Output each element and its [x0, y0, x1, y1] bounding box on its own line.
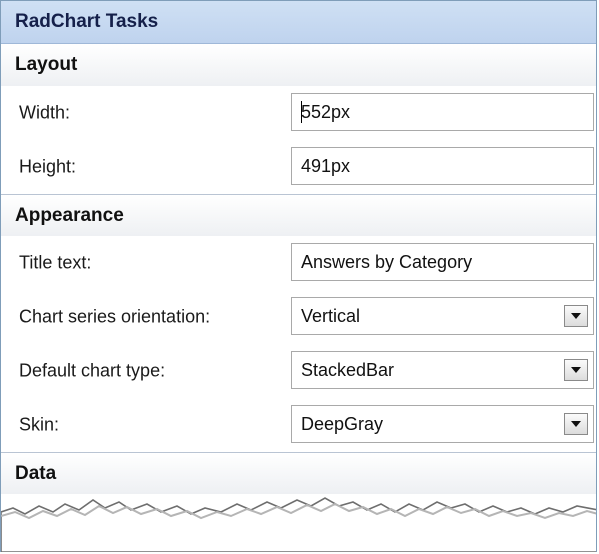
skin-value: DeepGray	[301, 413, 384, 434]
chart-type-dropdown-button[interactable]	[564, 359, 588, 381]
height-value: 491px	[301, 155, 351, 176]
chart-type-label: Default chart type:	[19, 360, 166, 381]
title-text-label: Title text:	[19, 252, 92, 273]
height-input[interactable]: 491px	[291, 147, 594, 185]
chart-type-select[interactable]: StackedBar	[291, 351, 594, 389]
skin-dropdown-button[interactable]	[564, 413, 588, 435]
panel-title: RadChart Tasks	[1, 1, 596, 44]
orientation-row: Chart series orientation: Vertical	[1, 290, 596, 344]
torn-edge-graphic	[1, 497, 596, 552]
orientation-select[interactable]: Vertical	[291, 297, 594, 335]
orientation-label: Chart series orientation:	[19, 306, 211, 327]
chart-type-row: Default chart type: StackedBar	[1, 344, 596, 398]
layout-section-header: Layout	[1, 44, 596, 86]
skin-row: Skin: DeepGray	[1, 398, 596, 452]
radchart-tasks-panel: RadChart Tasks Layout Width: 552px Heigh…	[0, 0, 597, 552]
title-text-input[interactable]: Answers by Category	[291, 243, 594, 281]
width-input[interactable]: 552px	[291, 93, 594, 131]
skin-label: Skin:	[19, 414, 60, 435]
chevron-down-icon	[571, 313, 581, 319]
chart-type-value: StackedBar	[301, 359, 395, 380]
skin-select[interactable]: DeepGray	[291, 405, 594, 443]
orientation-dropdown-button[interactable]	[564, 305, 588, 327]
height-row: Height: 491px	[1, 140, 596, 194]
width-value: 552px	[301, 101, 351, 122]
height-label: Height:	[19, 156, 77, 177]
width-row: Width: 552px	[1, 86, 596, 140]
title-text-value: Answers by Category	[301, 251, 473, 272]
title-text-row: Title text: Answers by Category	[1, 236, 596, 290]
appearance-section-header: Appearance	[1, 194, 596, 236]
chevron-down-icon	[571, 367, 581, 373]
orientation-value: Vertical	[301, 305, 361, 326]
width-label: Width:	[19, 102, 71, 123]
chevron-down-icon	[571, 421, 581, 427]
